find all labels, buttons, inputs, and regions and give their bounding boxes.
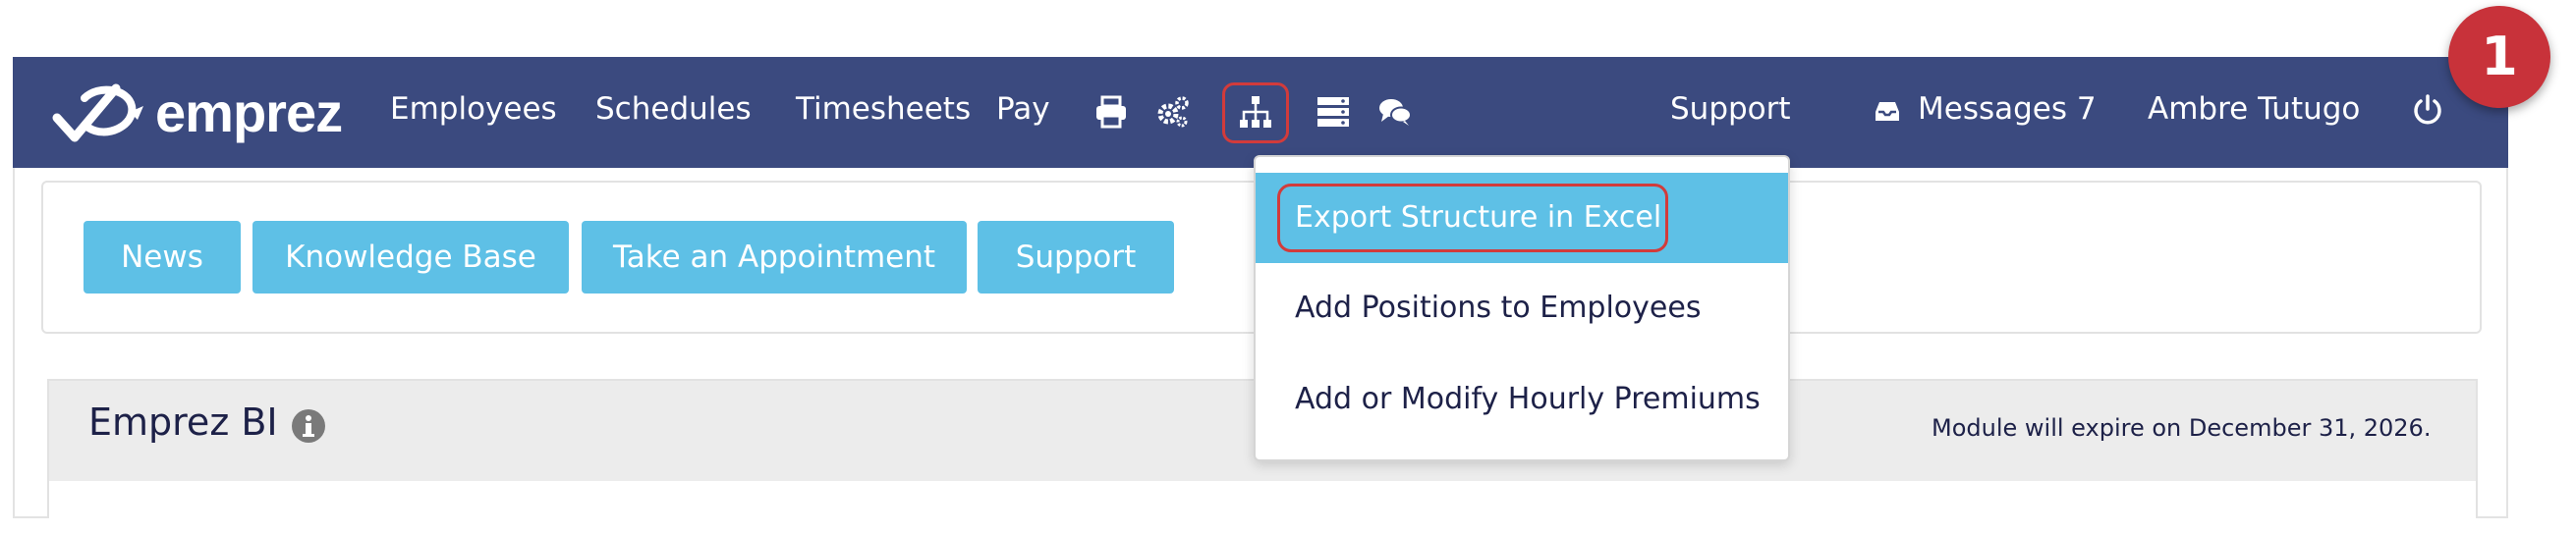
server-icon[interactable] [1316,94,1351,130]
info-icon[interactable] [291,408,326,444]
support-button[interactable]: Support [978,221,1174,294]
nav-employees[interactable]: Employees [390,91,557,127]
menu-item-add-positions[interactable]: Add Positions to Employees [1256,263,1788,353]
power-icon[interactable] [2411,93,2444,127]
chat-icon[interactable] [1377,94,1413,130]
nav-pay[interactable]: Pay [996,91,1050,127]
brand-name[interactable]: emprez [155,80,343,144]
module-expiry-text: Module will expire on December 31, 2026. [1932,414,2432,442]
export-item-highlight [1277,184,1668,252]
nav-schedules[interactable]: Schedules [595,91,752,127]
nav-timesheets[interactable]: Timesheets [796,91,971,127]
nav-user[interactable]: Ambre Tutugo [2148,91,2360,127]
knowledge-base-button[interactable]: Knowledge Base [252,221,569,294]
bi-panel-title: Emprez BI [88,400,278,444]
org-chart-highlight [1222,82,1289,143]
nav-messages[interactable]: Messages 7 [1918,91,2097,127]
menu-item-hourly-premiums[interactable]: Add or Modify Hourly Premiums [1256,354,1788,445]
printer-icon[interactable] [1093,94,1129,130]
inbox-icon[interactable] [1873,96,1902,126]
take-appointment-button[interactable]: Take an Appointment [582,221,967,294]
gears-icon[interactable] [1155,94,1191,130]
nav-support[interactable]: Support [1670,91,1791,127]
news-button[interactable]: News [84,221,241,294]
step-badge: 1 [2448,6,2550,108]
emprez-logo-icon[interactable] [51,77,149,145]
